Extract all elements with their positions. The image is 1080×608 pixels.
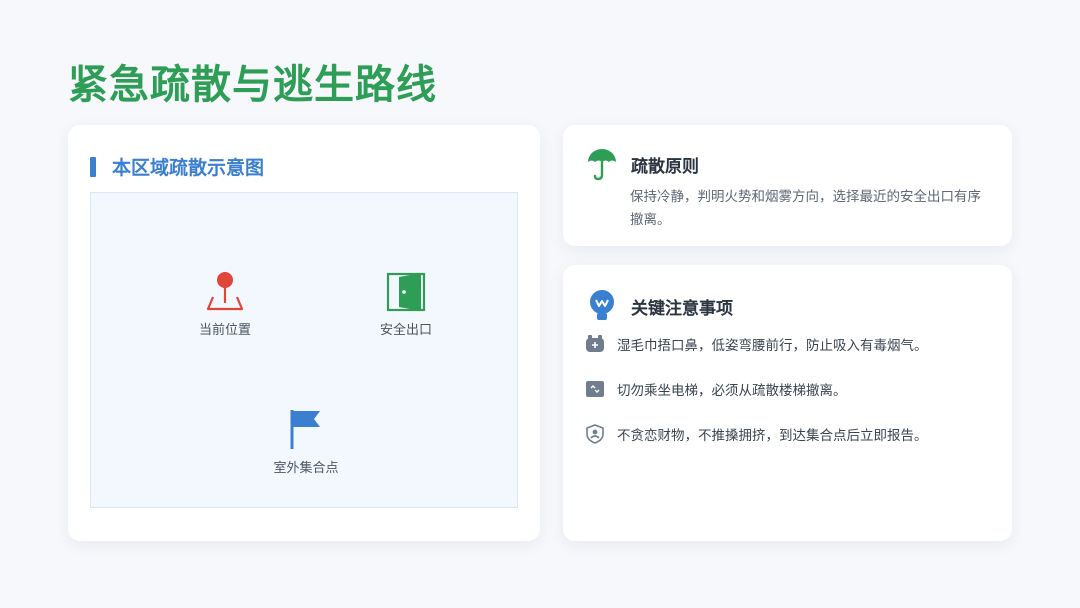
note-text: 湿毛巾捂口鼻，低姿弯腰前行，防止吸入有毒烟气。 [617,338,928,354]
note-item: 切勿乘坐电梯，必须从疏散楼梯撤离。 [585,379,847,399]
note-text: 不贪恋财物，不推搡拥挤，到达集合点后立即报告。 [617,428,928,444]
marker-label: 安全出口 [379,323,432,338]
flag-icon [290,410,320,449]
map-area: 当前位置 安全出口 室外集合点 [90,192,518,508]
umbrella-icon [588,149,616,181]
notes-title: 关键注意事项 [631,298,733,319]
principles-card: 疏散原则 保持冷静，判明火势和烟雾方向，选择最近的安全出口有序撤离。 [563,125,1012,246]
mask-icon [586,335,604,352]
elevator-icon [586,381,604,397]
principles-text: 保持冷静，判明火势和烟雾方向，选择最近的安全出口有序撤离。 [630,189,981,228]
map-card-title: 本区域疏散示意图 [112,157,265,179]
marker-safe-exit: 安全出口 [346,271,466,338]
marker-assembly-point: 室外集合点 [246,407,366,476]
map-card-header: 本区域疏散示意图 [90,153,264,180]
evacuation-map-card: 本区域疏散示意图 当前位置 安全出口 室外集合点 [68,125,540,541]
page-title: 紧急疏散与逃生路线 [68,62,437,108]
lightbulb-icon [590,290,614,320]
note-item: 湿毛巾捂口鼻，低姿弯腰前行，防止吸入有毒烟气。 [585,334,928,354]
notes-card: 关键注意事项 湿毛巾捂口鼻，低姿弯腰前行，防止吸入有毒烟气。 切勿乘坐电梯，必须… [563,265,1012,541]
exit-door-icon [386,272,426,312]
marker-label: 当前位置 [198,323,251,338]
note-text: 切勿乘坐电梯，必须从疏散楼梯撤离。 [617,383,847,399]
location-pin-icon [206,272,244,311]
principles-header: 疏散原则 [587,147,699,181]
section-marker [90,156,96,177]
marker-label: 室外集合点 [273,461,339,476]
principles-title: 疏散原则 [631,156,699,177]
marker-current-location: 当前位置 [165,271,285,338]
note-item: 不贪恋财物，不推搡拥挤，到达集合点后立即报告。 [585,424,928,444]
notes-header: 关键注意事项 [587,289,733,323]
shield-user-icon [586,424,604,444]
